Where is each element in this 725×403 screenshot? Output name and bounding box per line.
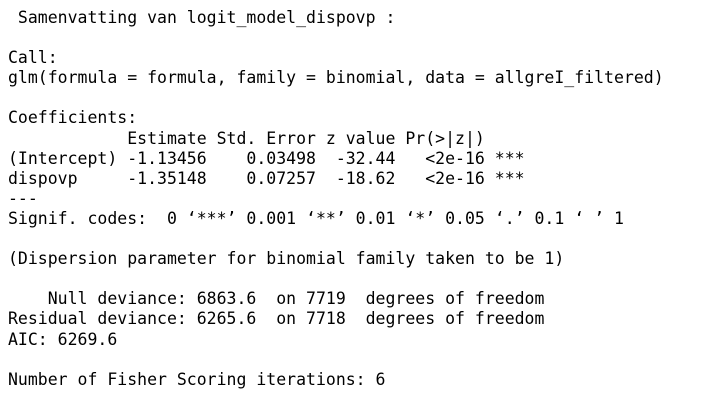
- residual-deviance: Residual deviance: 6265.6 on 7718 degree…: [8, 309, 545, 329]
- coefficients-label: Coefficients:: [8, 108, 138, 128]
- fisher-iterations: Number of Fisher Scoring iterations: 6: [8, 369, 386, 389]
- coefficient-row-intercept: (Intercept) -1.13456 0.03498 -32.44 <2e-…: [8, 148, 525, 168]
- call-text: glm(formula = formula, family = binomial…: [8, 68, 664, 88]
- signif-codes: Signif. codes: 0 ‘***’ 0.001 ‘**’ 0.01 ‘…: [8, 208, 624, 228]
- coefficient-row-dispovp: dispovp -1.35148 0.07257 -18.62 <2e-16 *…: [8, 168, 525, 188]
- dispersion-note: (Dispersion parameter for binomial famil…: [8, 249, 565, 269]
- call-label: Call:: [8, 48, 58, 68]
- aic-value: AIC: 6269.6: [8, 329, 118, 349]
- r-console-output: Samenvatting van logit_model_dispovp : C…: [8, 8, 718, 390]
- separator: ---: [8, 188, 38, 208]
- null-deviance: Null deviance: 6863.6 on 7719 degrees of…: [8, 289, 545, 309]
- summary-title: Samenvatting van logit_model_dispovp :: [8, 8, 396, 27]
- coefficients-header: Estimate Std. Error z value Pr(>|z|): [8, 128, 485, 148]
